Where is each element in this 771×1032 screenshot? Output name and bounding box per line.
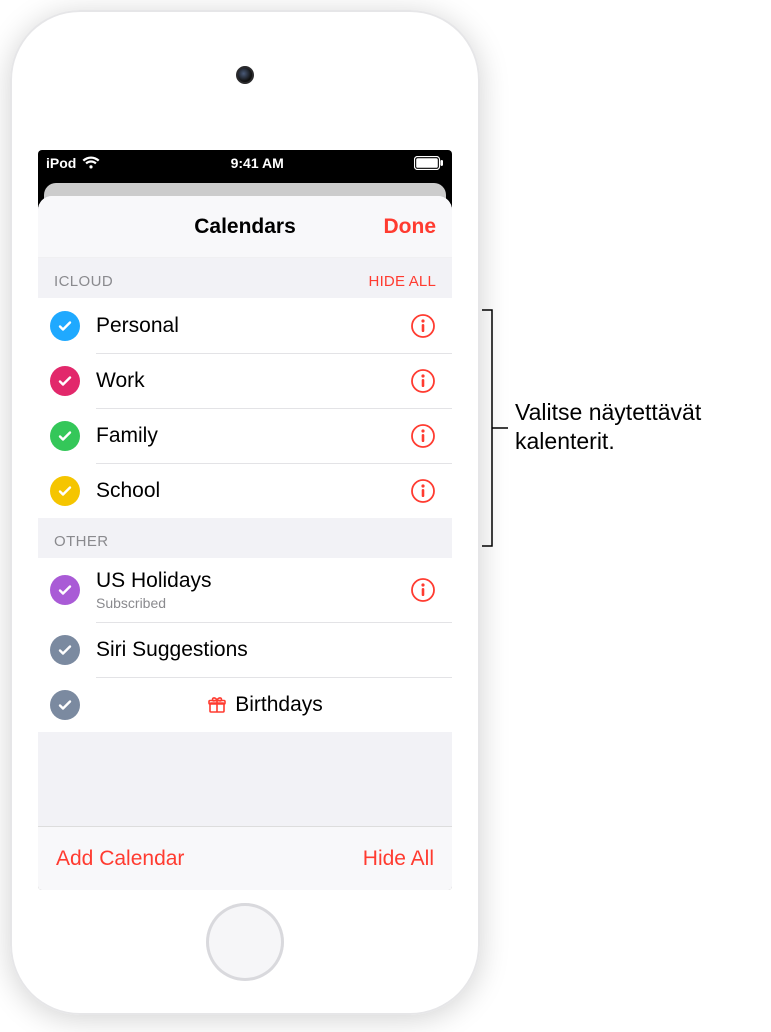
- add-calendar-button[interactable]: Add Calendar: [56, 847, 184, 871]
- other-group: US Holidays Subscribed Siri Suggestions …: [38, 558, 452, 732]
- wifi-icon: [82, 156, 100, 170]
- callout-bracket: [480, 308, 510, 548]
- checkmark-icon[interactable]: [50, 366, 80, 396]
- checkmark-icon[interactable]: [50, 635, 80, 665]
- checkmark-icon[interactable]: [50, 575, 80, 605]
- info-icon[interactable]: [408, 311, 438, 341]
- screen: iPod 9:41 AM Calendars Done ICLOUD HIDE …: [38, 150, 452, 890]
- callout-line1: Valitse näytettävät: [515, 398, 701, 427]
- clock-label: 9:41 AM: [231, 155, 284, 171]
- calendar-row-us-holidays[interactable]: US Holidays Subscribed: [38, 558, 452, 622]
- calendar-row-birthdays[interactable]: Birthdays: [38, 677, 452, 732]
- nav-bar: Calendars Done: [38, 196, 452, 258]
- calendar-label: US Holidays: [96, 569, 408, 593]
- calendar-row-family[interactable]: Family: [38, 408, 452, 463]
- checkmark-icon[interactable]: [50, 421, 80, 451]
- section-header-other: OTHER: [38, 518, 452, 558]
- info-icon[interactable]: [408, 366, 438, 396]
- device-frame: iPod 9:41 AM Calendars Done ICLOUD HIDE …: [10, 10, 480, 1015]
- checkmark-icon[interactable]: [50, 690, 80, 720]
- info-icon[interactable]: [408, 421, 438, 451]
- section-title: OTHER: [54, 533, 109, 550]
- checkmark-icon[interactable]: [50, 476, 80, 506]
- callout-text: Valitse näytettävät kalenterit.: [515, 398, 701, 456]
- info-icon[interactable]: [408, 575, 438, 605]
- callout-line2: kalenterit.: [515, 427, 701, 456]
- calendar-label: Family: [96, 424, 408, 448]
- status-bar: iPod 9:41 AM: [38, 150, 452, 176]
- calendar-row-school[interactable]: School: [38, 463, 452, 518]
- hide-all-button[interactable]: Hide All: [363, 847, 434, 871]
- section-title: ICLOUD: [54, 273, 113, 290]
- done-button[interactable]: Done: [384, 215, 437, 239]
- calendar-label: Siri Suggestions: [96, 638, 438, 662]
- calendars-sheet: Calendars Done ICLOUD HIDE ALL Personal …: [38, 196, 452, 890]
- calendar-sublabel: Subscribed: [96, 595, 408, 611]
- calendar-row-work[interactable]: Work: [38, 353, 452, 408]
- front-camera: [236, 66, 254, 84]
- checkmark-icon[interactable]: [50, 311, 80, 341]
- hide-all-icloud-button[interactable]: HIDE ALL: [369, 273, 436, 290]
- calendar-label: Personal: [96, 314, 408, 338]
- home-button[interactable]: [206, 903, 284, 981]
- page-title: Calendars: [194, 215, 296, 239]
- carrier-label: iPod: [46, 155, 76, 171]
- section-header-icloud: ICLOUD HIDE ALL: [38, 258, 452, 298]
- bottom-toolbar: Add Calendar Hide All: [38, 826, 452, 890]
- gift-icon: [207, 695, 227, 715]
- info-icon[interactable]: [408, 476, 438, 506]
- battery-icon: [414, 156, 444, 170]
- calendar-row-personal[interactable]: Personal: [38, 298, 452, 353]
- calendar-label: Work: [96, 369, 408, 393]
- calendar-label: School: [96, 479, 408, 503]
- calendar-label: Birthdays: [235, 693, 323, 717]
- calendar-row-siri[interactable]: Siri Suggestions: [38, 622, 452, 677]
- icloud-group: Personal Work Family School: [38, 298, 452, 518]
